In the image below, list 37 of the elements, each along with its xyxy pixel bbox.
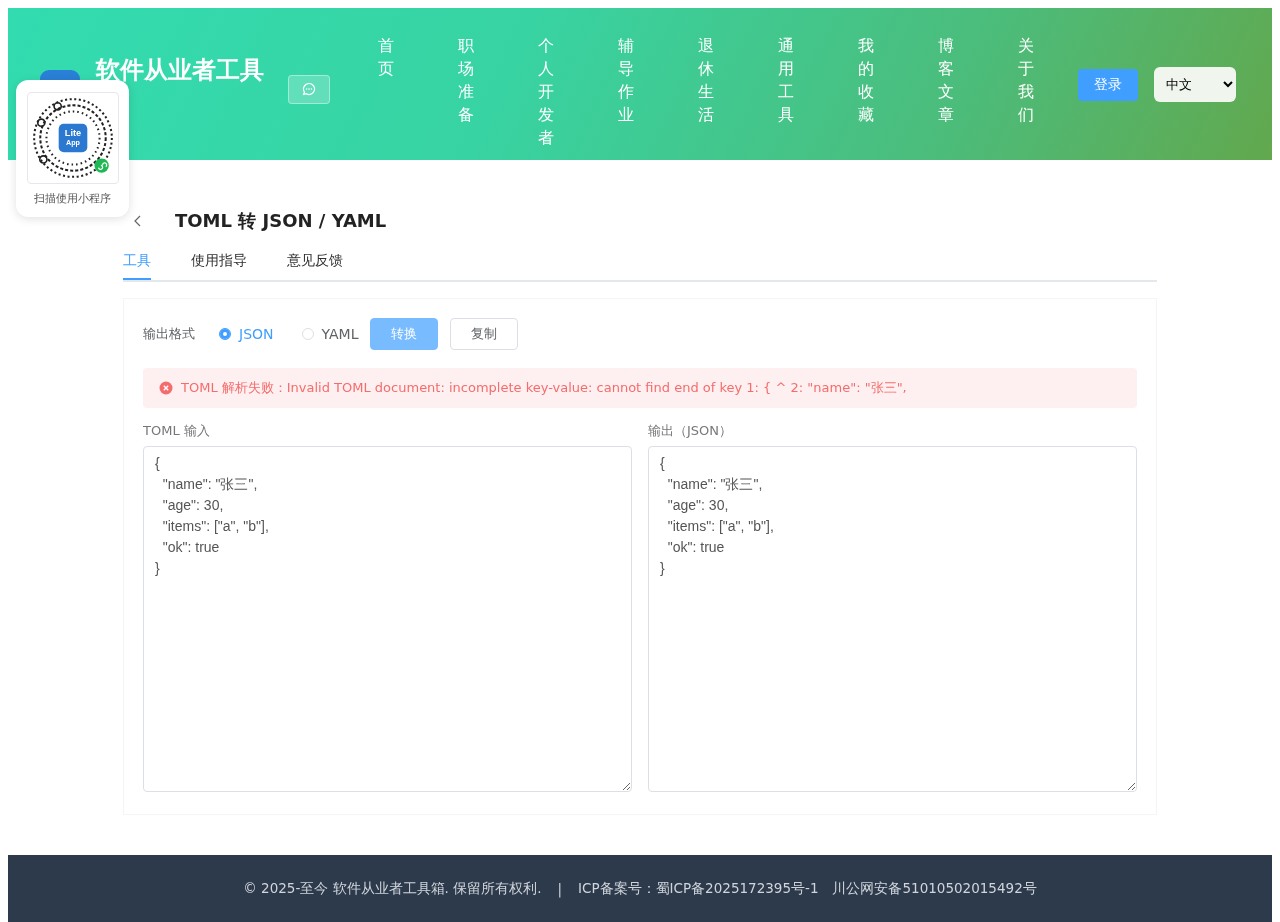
- separator-text: |: [557, 880, 562, 897]
- page-title: TOML 转 JSON / YAML: [175, 209, 387, 233]
- nav-link[interactable]: 职场准备: [458, 34, 474, 149]
- nav-link[interactable]: 通用工具: [778, 34, 794, 149]
- radio-label: YAML: [321, 326, 359, 342]
- icp-link[interactable]: ICP备案号：蜀ICP备2025172395号-1: [578, 879, 819, 898]
- output-field[interactable]: { "name": "张三", "age": 30, "items": ["a", "b"], "ok": true }: [648, 446, 1137, 792]
- error-message: TOML 解析失败：Invalid TOML document: incomplete key-value: cannot find end of key 1: { ^ 2: "name": "张三",: [181, 379, 907, 397]
- language-select[interactable]: 中文: [1154, 67, 1236, 102]
- site-title: 软件从业者工具: [96, 56, 264, 84]
- toml-input-field[interactable]: { "name": "张三", "age": 30, "items": ["a", "b"], "ok": true }: [143, 446, 632, 792]
- nav-link[interactable]: 退休生活: [698, 34, 714, 149]
- format-radio[interactable]: YAML: [301, 326, 359, 342]
- police-record-link[interactable]: 川公网安备51010502015492号: [832, 879, 1037, 898]
- input-label: TOML 输入: [143, 422, 211, 440]
- qr-caption: 扫描使用小程序: [34, 191, 111, 206]
- nav-link[interactable]: 辅导作业: [618, 34, 634, 149]
- copy-button[interactable]: 复制: [450, 318, 519, 350]
- copyright-text: © 2025-至今 软件从业者工具箱. 保留所有权利.: [243, 879, 542, 898]
- chat-icon: [302, 82, 316, 96]
- tab[interactable]: 使用指导: [191, 252, 247, 280]
- back-icon[interactable]: [133, 215, 143, 227]
- nav-link[interactable]: 关于我们: [1018, 34, 1034, 149]
- convert-button[interactable]: 转换: [370, 318, 439, 350]
- nav-link[interactable]: 首页: [378, 34, 394, 149]
- qr-code-drawing: Lite App: [26, 92, 119, 184]
- format-radio[interactable]: JSON: [219, 326, 274, 342]
- nav-link[interactable]: 博客文章: [938, 34, 954, 149]
- nav-link[interactable]: 个人开发者: [538, 34, 554, 149]
- radio-label: JSON: [239, 326, 274, 342]
- output-label: 输出（JSON）: [648, 422, 734, 440]
- nav-link[interactable]: 我的收藏: [858, 34, 874, 149]
- error-icon: [159, 381, 173, 395]
- login-button[interactable]: 登录: [1078, 69, 1138, 101]
- format-label: 输出格式: [143, 325, 195, 343]
- tab[interactable]: 工具: [123, 252, 151, 280]
- tab[interactable]: 意见反馈: [287, 252, 343, 280]
